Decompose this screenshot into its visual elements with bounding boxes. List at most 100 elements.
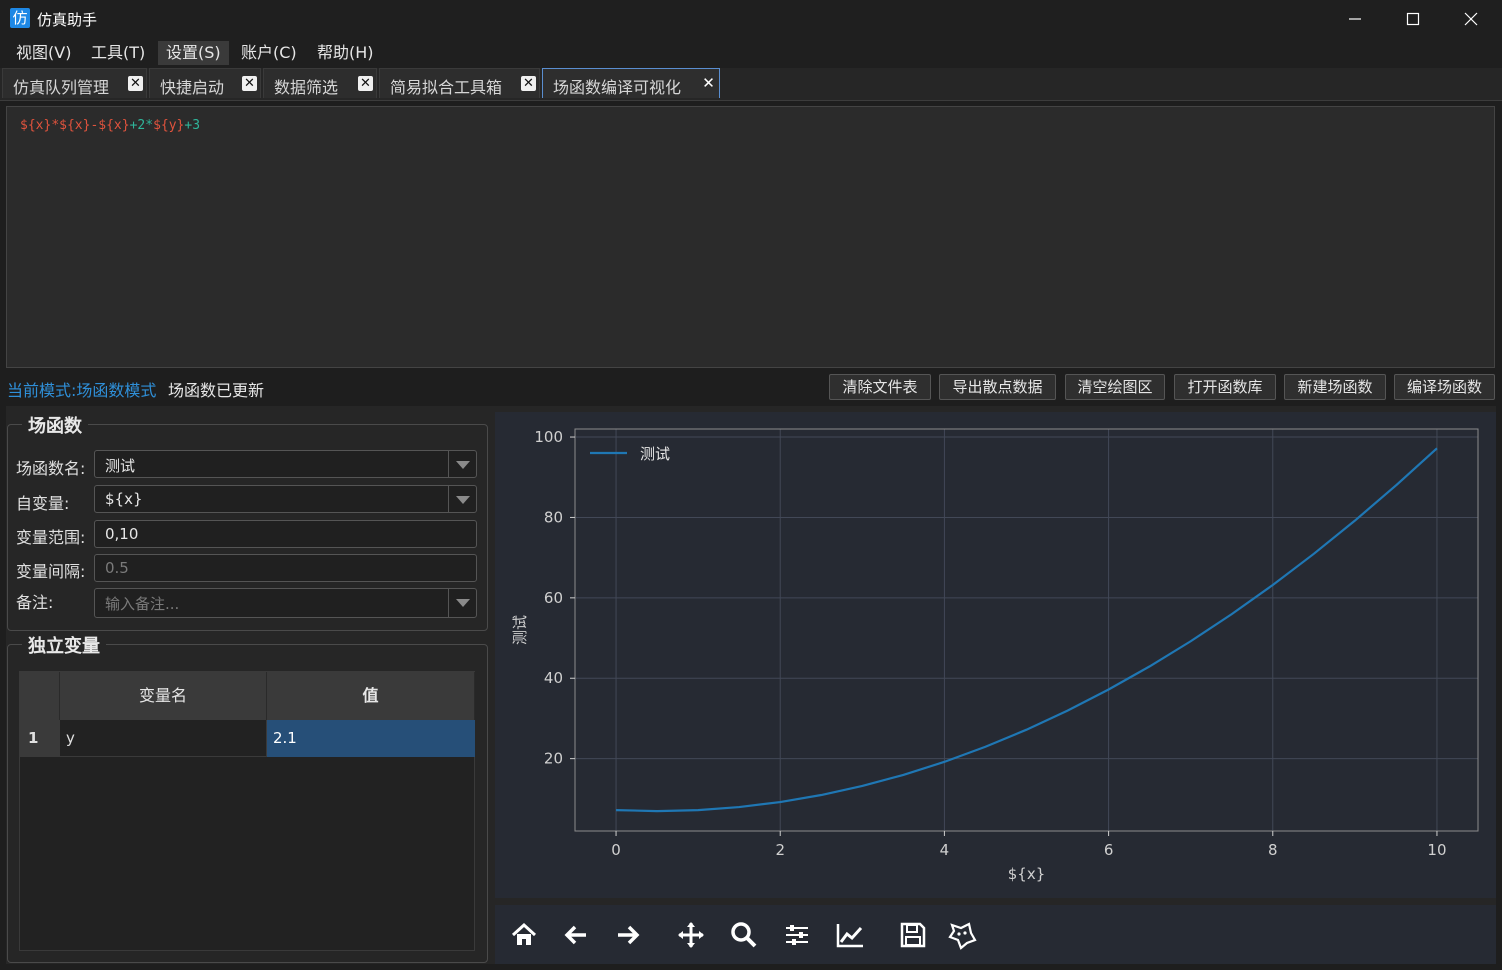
close-icon[interactable]: ✕ [128, 76, 143, 91]
maximize-icon [1406, 12, 1420, 26]
app-icon: 仿 [10, 8, 30, 28]
range-label: 变量范围: [16, 528, 86, 547]
close-icon [1464, 12, 1478, 26]
expression-token: +3 [184, 118, 201, 133]
close-icon[interactable]: ✕ [521, 76, 536, 91]
close-icon[interactable]: ✕ [242, 76, 257, 91]
clear-file-table-button[interactable]: 清除文件表 [829, 374, 931, 400]
tab-bar: 仿真队列管理 ✕ 快捷启动 ✕ 数据筛选 ✕ 简易拟合工具箱 ✕ 场函数编译可视… [0, 68, 1502, 101]
name-label: 场函数名: [16, 459, 86, 478]
chevron-down-icon[interactable] [448, 486, 476, 512]
input-value: 0,10 [105, 525, 139, 543]
close-icon[interactable]: ✕ [701, 76, 716, 91]
tab-quick-launch[interactable]: 快捷启动 ✕ [149, 68, 261, 98]
window-title: 仿真助手 [37, 11, 98, 29]
table-cell-value[interactable]: 2.1 [267, 720, 475, 757]
menu-account[interactable]: 账户(C) [233, 41, 305, 65]
interval-label: 变量间隔: [16, 562, 86, 581]
tab-field-function[interactable]: 场函数编译可视化 ✕ [542, 68, 720, 98]
new-function-button[interactable]: 新建场函数 [1284, 374, 1386, 400]
x-tick-label: 0 [611, 841, 621, 859]
y-tick-label: 20 [544, 750, 563, 768]
configure-subplots-icon [786, 925, 808, 945]
forward-icon [618, 925, 640, 945]
series-line [616, 447, 1438, 813]
y-tick-label: 80 [544, 508, 563, 526]
note-combo[interactable]: 输入备注... [94, 588, 477, 618]
edit-axes-button[interactable] [827, 912, 873, 958]
tab-fit-toolbox[interactable]: 简易拟合工具箱 ✕ [379, 68, 540, 98]
column-header-value[interactable]: 值 [267, 672, 475, 720]
variable-label: 自变量: [16, 494, 70, 513]
menu-view[interactable]: 视图(V) [8, 41, 79, 65]
tab-label: 场函数编译可视化 [553, 78, 682, 97]
close-window-button[interactable] [1442, 0, 1500, 38]
x-tick-label: 10 [1427, 841, 1446, 859]
configure-subplots-button[interactable] [774, 912, 820, 958]
save-button[interactable] [890, 912, 936, 958]
expression-token: +2* [129, 118, 154, 133]
menu-tools[interactable]: 工具(T) [83, 41, 153, 65]
customize-button[interactable] [939, 912, 985, 958]
maximize-button[interactable] [1384, 0, 1442, 38]
note-label: 备注: [16, 593, 54, 612]
line-chart: 0 2 4 6 8 1020406080100${x}测试测试 [511, 428, 1479, 883]
y-tick-label: 100 [534, 428, 563, 446]
forward-button[interactable] [605, 912, 651, 958]
group-title: 场函数 [22, 412, 88, 438]
function-name-combo[interactable]: 测试 [94, 450, 477, 478]
table-cell-name[interactable]: y [60, 720, 267, 757]
expression-text: ${x}*${x}-${x}+2*${y}+3 [20, 118, 200, 133]
clear-plot-button[interactable]: 清空绘图区 [1065, 374, 1165, 400]
tab-data-filter[interactable]: 数据筛选 ✕ [263, 68, 377, 98]
combo-value: ${x} [105, 490, 143, 508]
menu-help[interactable]: 帮助(H) [309, 41, 382, 65]
x-tick-label: 2 [775, 841, 785, 859]
x-tick-label: 4 [940, 841, 950, 859]
customize-icon [948, 922, 977, 950]
close-icon[interactable]: ✕ [358, 76, 373, 91]
chevron-down-icon[interactable] [448, 451, 476, 477]
status-message: 场函数已更新 [168, 381, 265, 400]
expression-token: ${y} [153, 118, 185, 133]
tab-label: 数据筛选 [274, 78, 339, 97]
range-input[interactable]: 0,10 [94, 520, 477, 548]
row-header[interactable]: 1 [20, 720, 60, 757]
mode-label: 当前模式:场函数模式 [7, 381, 157, 400]
expression-editor[interactable]: ${x}*${x}-${x}+2*${y}+3 [6, 106, 1495, 368]
variable-table[interactable]: 变量名 值 1 y 2.1 [19, 671, 475, 951]
pan-icon [678, 922, 704, 948]
plot-canvas[interactable]: 0 2 4 6 8 10 20 40 60 80 100 ${x} 测试 测试 [495, 412, 1496, 898]
back-icon [564, 925, 586, 945]
open-library-button[interactable]: 打开函数库 [1174, 374, 1276, 400]
combo-value: 测试 [105, 457, 136, 475]
x-tick-label: 6 [1104, 841, 1114, 859]
menu-settings[interactable]: 设置(S) [158, 41, 229, 65]
title-bar [0, 0, 1502, 38]
compile-function-button[interactable]: 编译场函数 [1394, 374, 1495, 400]
variable-combo[interactable]: ${x} [94, 485, 477, 513]
tab-queue[interactable]: 仿真队列管理 ✕ [2, 68, 147, 98]
expression-token: ${x} [98, 118, 130, 133]
expression-token: * [51, 118, 60, 133]
y-axis-label: 测试 [511, 615, 529, 645]
x-axis-label: ${x} [1008, 865, 1046, 883]
table-corner[interactable] [20, 672, 60, 720]
column-header-name[interactable]: 变量名 [60, 672, 267, 720]
axes-frame [574, 428, 1479, 832]
export-scatter-button[interactable]: 导出散点数据 [939, 374, 1056, 400]
tab-label: 简易拟合工具箱 [390, 78, 503, 97]
minimize-button[interactable] [1326, 0, 1384, 38]
expression-token: ${x} [20, 118, 52, 133]
save-icon [900, 922, 926, 948]
interval-input[interactable]: 0.5 [94, 554, 477, 582]
chevron-down-icon[interactable] [448, 589, 476, 617]
home-icon [511, 922, 537, 945]
pan-button[interactable] [668, 912, 714, 958]
input-placeholder: 0.5 [105, 559, 129, 577]
back-button[interactable] [553, 912, 599, 958]
zoom-button[interactable] [721, 912, 767, 958]
home-button[interactable] [501, 912, 547, 958]
input-placeholder: 输入备注... [105, 595, 180, 613]
x-tick-label: 8 [1268, 841, 1278, 859]
